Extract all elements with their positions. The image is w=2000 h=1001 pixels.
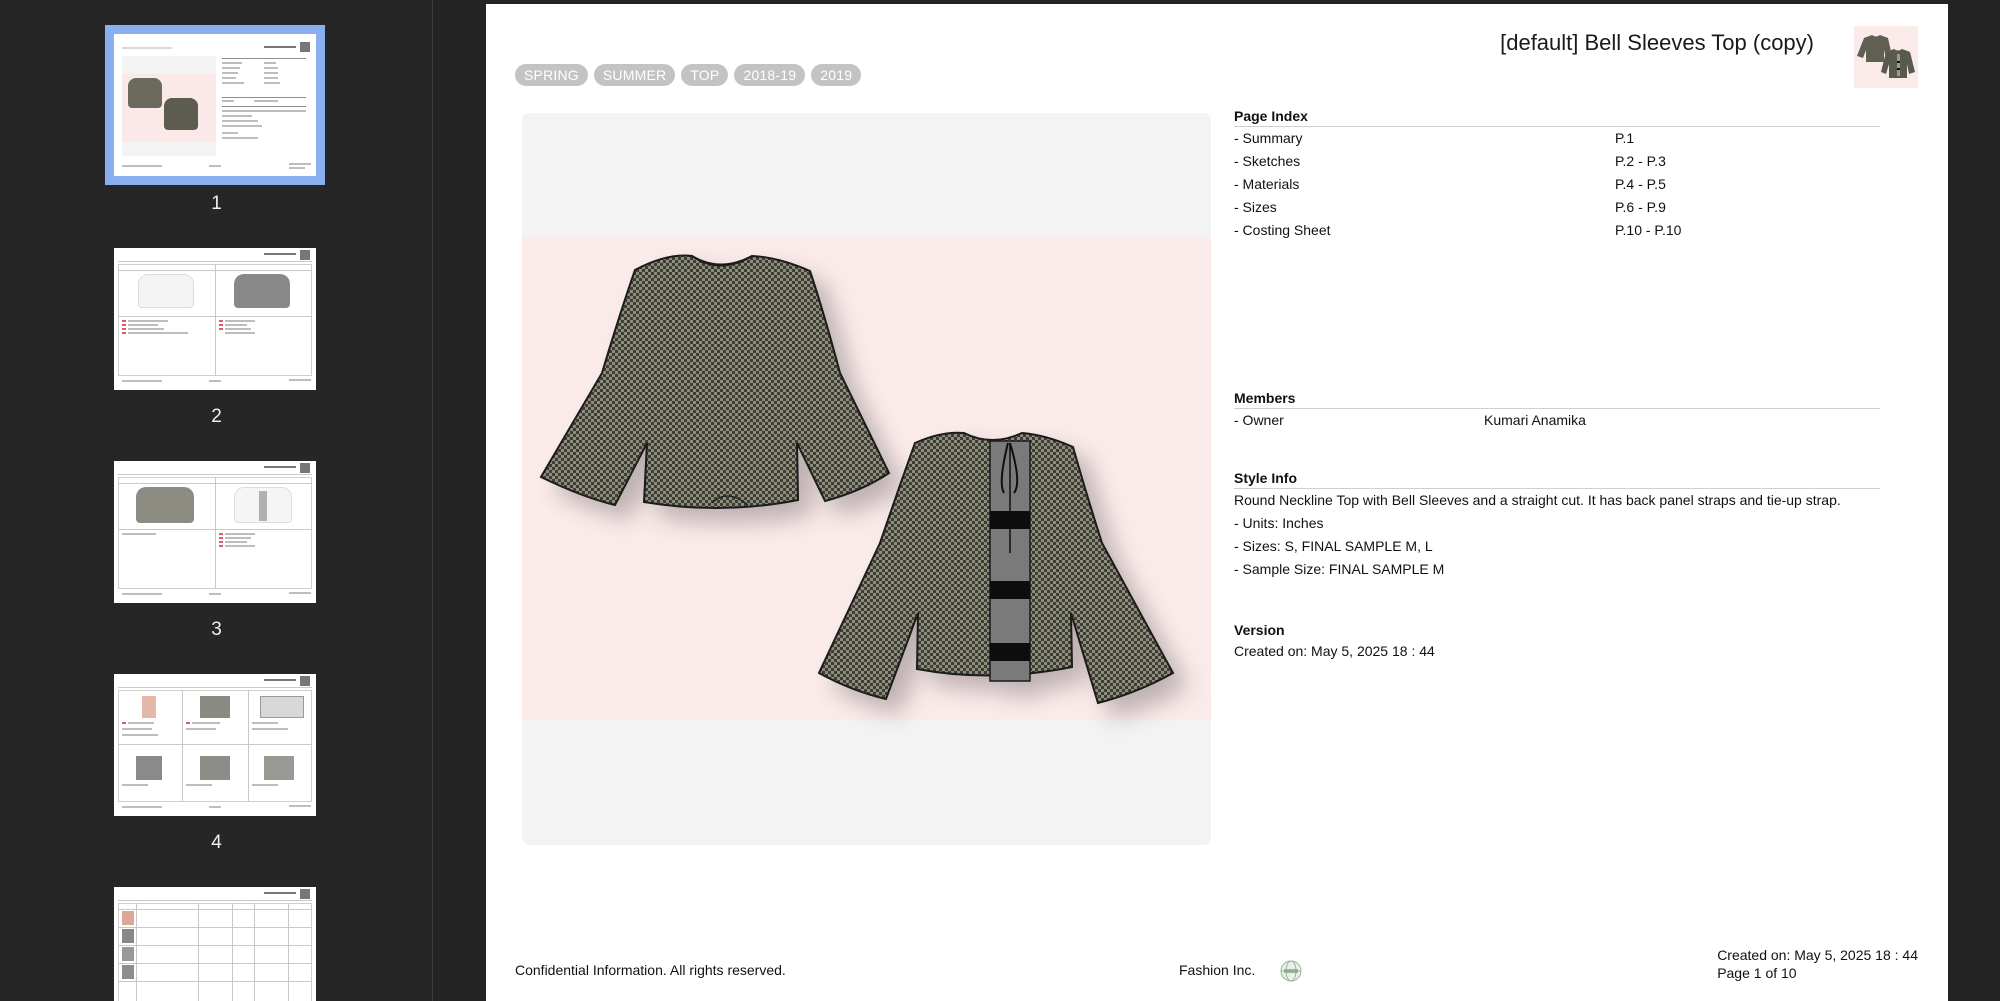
page-index-row[interactable]: - Sketches P.2 - P.3 [1234, 150, 1880, 173]
style-sample-size: - Sample Size: FINAL SAMPLE M [1234, 561, 1445, 577]
garment-sketch-image [522, 113, 1211, 845]
footer-page-number: Page 1 of 10 [1717, 965, 1797, 981]
page-index-row[interactable]: - Materials P.4 - P.5 [1234, 173, 1880, 196]
row-label: - Sketches [1234, 153, 1301, 169]
version-created: Created on: May 5, 2025 18 : 44 [1234, 643, 1435, 659]
style-sizes: - Sizes: S, FINAL SAMPLE M, L [1234, 538, 1433, 554]
page-index-row[interactable]: - Costing Sheet P.10 - P.10 [1234, 219, 1880, 242]
style-info-section: Style Info Round Neckline Top with Bell … [1234, 470, 1880, 581]
row-label: - Owner [1234, 412, 1284, 428]
version-section: Version Created on: May 5, 2025 18 : 44 [1234, 622, 1880, 663]
tag-chip[interactable]: 2018-19 [734, 64, 806, 86]
page-thumbnail-5[interactable] [114, 887, 316, 1001]
page-number-label: 2 [211, 406, 222, 427]
section-heading: Style Info [1234, 470, 1880, 489]
tag-chip[interactable]: 2019 [811, 64, 862, 86]
page-number-label: 4 [211, 832, 222, 853]
footer-meta: Created on: May 5, 2025 18 : 44 Page 1 o… [1717, 946, 1918, 982]
page-thumbnail-4[interactable] [114, 674, 316, 816]
row-label: - Materials [1234, 176, 1300, 192]
tag-chip[interactable]: SPRING [515, 64, 588, 86]
page-index-section: Page Index - Summary P.1 - Sketches P.2 … [1234, 108, 1880, 242]
style-tags: SPRING SUMMER TOP 2018-19 2019 [515, 64, 862, 86]
page-number-label: 3 [211, 619, 222, 640]
footer-created: Created on: May 5, 2025 18 : 44 [1717, 947, 1918, 963]
style-thumbnail-image [1854, 26, 1918, 88]
section-heading: Page Index [1234, 108, 1880, 127]
document-page: [default] Bell Sleeves Top (copy) SPRING… [486, 4, 1948, 1001]
footer-company: Fashion Inc. [1179, 962, 1256, 978]
row-value: P.10 - P.10 [1615, 222, 1682, 238]
page-index-row[interactable]: - Sizes P.6 - P.9 [1234, 196, 1880, 219]
style-description: Round Neckline Top with Bell Sleeves and… [1234, 492, 1841, 508]
tag-chip[interactable]: SUMMER [593, 64, 676, 86]
row-value: P.6 - P.9 [1615, 199, 1666, 215]
page-thumbnail-2[interactable] [114, 248, 316, 390]
style-units: - Units: Inches [1234, 515, 1324, 531]
globe-logo-icon [1280, 960, 1302, 982]
page-index-row[interactable]: - Summary P.1 [1234, 127, 1880, 150]
footer-confidential: Confidential Information. All rights res… [515, 962, 786, 978]
members-section: Members - Owner Kumari Anamika [1234, 390, 1880, 432]
owner-name: Kumari Anamika [1484, 412, 1586, 428]
page-thumbnail-1[interactable] [105, 25, 325, 185]
thumbnail-page-content [114, 34, 316, 176]
row-label: - Costing Sheet [1234, 222, 1331, 238]
tag-chip[interactable]: TOP [681, 64, 729, 86]
row-value: P.2 - P.3 [1615, 153, 1666, 169]
page-thumbnail-sidebar: 1 2 3 4 [0, 0, 433, 1001]
row-label: - Sizes [1234, 199, 1277, 215]
row-value: P.4 - P.5 [1615, 176, 1666, 192]
page-thumbnail-3[interactable] [114, 461, 316, 603]
section-heading: Version [1234, 622, 1285, 638]
section-heading: Members [1234, 390, 1880, 409]
page-number-label: 1 [211, 193, 222, 214]
member-row: - Owner Kumari Anamika [1234, 409, 1880, 432]
row-label: - Summary [1234, 130, 1303, 146]
row-value: P.1 [1615, 130, 1635, 146]
page-title: [default] Bell Sleeves Top (copy) [1500, 30, 1814, 55]
